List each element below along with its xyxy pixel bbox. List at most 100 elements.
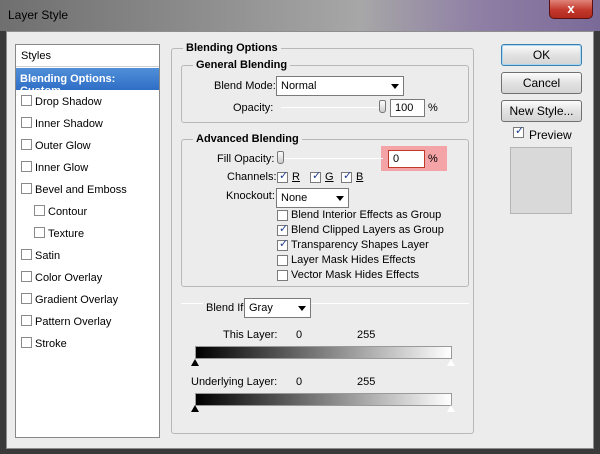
blend-if-label: Blend If: <box>203 302 250 314</box>
style-item-drop-shadow[interactable]: Drop Shadow <box>16 90 159 112</box>
option-checkbox-0[interactable] <box>277 210 288 221</box>
checkmark-icon: ✓ <box>515 125 525 137</box>
underlying-layer-white-slider[interactable] <box>447 405 455 412</box>
option-label-4: Vector Mask Hides Effects <box>291 269 420 281</box>
dialog-client: Styles Blending Options: Custom Drop Sha… <box>6 31 594 449</box>
style-item-blending-options[interactable]: Blending Options: Custom <box>16 68 159 97</box>
fill-opacity-slider-track[interactable] <box>281 158 383 159</box>
underlying-layer-min: 0 <box>296 376 303 388</box>
style-checkbox[interactable] <box>21 95 32 106</box>
underlying-layer-gradient <box>195 393 452 406</box>
style-checkbox[interactable] <box>21 293 32 304</box>
style-item-label: Inner Glow <box>35 162 89 174</box>
option-label-0: Blend Interior Effects as Group <box>291 209 442 221</box>
channel-b-label: B <box>356 171 364 183</box>
style-item-outer-glow[interactable]: Outer Glow <box>16 134 159 156</box>
blending-options-title: Blending Options <box>183 42 281 54</box>
option-label-3: Layer Mask Hides Effects <box>291 254 416 266</box>
style-item-inner-shadow[interactable]: Inner Shadow <box>16 112 159 134</box>
option-label-1: Blend Clipped Layers as Group <box>291 224 444 236</box>
knockout-label: Knockout: <box>226 190 275 202</box>
fill-opacity-unit: % <box>428 153 438 165</box>
style-item-label: Pattern Overlay <box>35 316 112 328</box>
blend-mode-label: Blend Mode: <box>214 80 276 92</box>
opacity-unit: % <box>428 102 438 114</box>
style-item-label: Inner Shadow <box>35 118 103 130</box>
style-checkbox[interactable] <box>21 315 32 326</box>
opacity-label: Opacity: <box>233 102 274 114</box>
style-checkbox[interactable] <box>21 337 32 348</box>
style-item-label: Bevel and Emboss <box>35 184 127 196</box>
option-checkbox-1[interactable]: ✓ <box>277 223 289 236</box>
style-item-gradient-overlay[interactable]: Gradient Overlay <box>16 288 159 310</box>
styles-header: Styles <box>16 45 159 67</box>
style-checkbox[interactable] <box>34 227 45 238</box>
checkmark-icon: ✓ <box>279 238 289 250</box>
style-item-label: Drop Shadow <box>35 96 102 108</box>
general-blending-title: General Blending <box>193 59 291 71</box>
style-checkbox[interactable] <box>21 161 32 172</box>
opacity-slider-track[interactable] <box>281 107 383 108</box>
option-label-2: Transparency Shapes Layer <box>291 239 429 251</box>
channels-label: Channels: <box>227 171 277 183</box>
channel-r-checkbox[interactable]: ✓ <box>277 170 289 183</box>
style-checkbox[interactable] <box>21 271 32 282</box>
advanced-blending-title: Advanced Blending <box>193 133 302 145</box>
chevron-down-icon <box>391 84 399 89</box>
style-checkbox[interactable] <box>21 183 32 194</box>
styles-list: Styles Blending Options: Custom Drop Sha… <box>15 44 160 438</box>
style-item-label: Outer Glow <box>35 140 91 152</box>
style-checkbox[interactable] <box>21 139 32 150</box>
channel-g-checkbox[interactable]: ✓ <box>310 170 321 183</box>
style-item-label: Satin <box>35 250 61 262</box>
this-layer-black-slider[interactable] <box>191 359 199 366</box>
style-checkbox[interactable] <box>21 249 32 260</box>
channel-g-label: G <box>325 171 334 183</box>
fill-opacity-slider-thumb[interactable] <box>277 151 284 164</box>
cancel-button[interactable]: Cancel <box>501 72 582 94</box>
style-item-label: Contour <box>48 206 88 218</box>
blend-mode-select[interactable]: Normal <box>276 76 404 96</box>
chevron-down-icon <box>336 196 344 201</box>
channel-b-checkbox[interactable]: ✓ <box>341 170 353 183</box>
underlying-layer-label: Underlying Layer: <box>191 376 278 388</box>
style-item-texture[interactable]: Texture <box>16 222 159 244</box>
style-item-pattern-overlay[interactable]: Pattern Overlay <box>16 310 159 332</box>
style-item-label: Texture <box>48 228 85 240</box>
style-item-bevel-and-emboss[interactable]: Bevel and Emboss <box>16 178 159 200</box>
fill-opacity-label: Fill Opacity: <box>217 153 275 165</box>
underlying-layer-max: 255 <box>357 376 376 388</box>
style-checkbox[interactable] <box>34 205 45 216</box>
preview-checkbox[interactable]: ✓ <box>513 125 525 138</box>
checkmark-icon: ✓ <box>279 223 289 235</box>
style-item-color-overlay[interactable]: Color Overlay <box>16 266 159 288</box>
fill-opacity-input[interactable]: 0 <box>388 150 425 168</box>
opacity-slider-thumb[interactable] <box>379 100 386 113</box>
this-layer-max: 255 <box>357 329 376 341</box>
checkmark-icon: ✓ <box>279 170 289 182</box>
preview-label: Preview <box>529 128 572 142</box>
style-item-label: Gradient Overlay <box>35 294 119 306</box>
knockout-select[interactable]: None <box>276 188 349 208</box>
new-style-button[interactable]: New Style... <box>501 100 582 122</box>
blend-if-select[interactable]: Gray <box>244 298 311 318</box>
ok-button[interactable]: OK <box>501 44 582 66</box>
underlying-layer-black-slider[interactable] <box>191 405 199 412</box>
checkmark-icon: ✓ <box>343 170 353 182</box>
style-item-satin[interactable]: Satin <box>16 244 159 266</box>
title-bar[interactable]: Layer Style x <box>0 0 600 31</box>
chevron-down-icon <box>298 306 306 311</box>
option-checkbox-2[interactable]: ✓ <box>277 238 289 251</box>
this-layer-min: 0 <box>296 329 303 341</box>
opacity-input[interactable]: 100 <box>390 99 425 117</box>
close-button[interactable]: x <box>549 0 593 19</box>
style-checkbox[interactable] <box>21 117 32 128</box>
this-layer-white-slider[interactable] <box>447 359 455 366</box>
option-checkbox-4[interactable] <box>277 270 288 281</box>
option-checkbox-3[interactable] <box>277 255 288 266</box>
channel-r-label: R <box>292 171 300 183</box>
blend-mode-value: Normal <box>281 80 317 92</box>
style-item-stroke[interactable]: Stroke <box>16 332 159 354</box>
style-item-contour[interactable]: Contour <box>16 200 159 222</box>
style-item-inner-glow[interactable]: Inner Glow <box>16 156 159 178</box>
